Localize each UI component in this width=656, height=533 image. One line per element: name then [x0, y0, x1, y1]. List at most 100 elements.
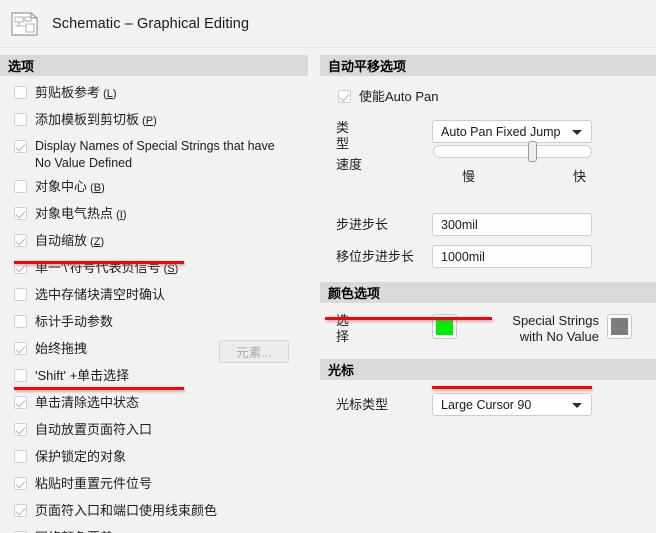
shift-step-size-label: 移位步进步长 [336, 249, 415, 264]
option-checkbox[interactable] [14, 477, 27, 490]
autopan-speed-slider-track[interactable] [433, 145, 592, 158]
option-checkbox[interactable] [14, 504, 27, 517]
option-label: 页面符入口和端口使用线束颜色 [35, 503, 218, 518]
cursor-type-row: 光标类型 Large Cursor 90 [320, 393, 656, 416]
selection-color-label-line1: 选 [336, 313, 350, 328]
option-label: 剪贴板参考 (L) [35, 85, 117, 100]
option-row[interactable]: 对象电气热点 (I) [0, 204, 308, 227]
option-row[interactable]: 网络颜色覆盖 [0, 528, 308, 533]
chevron-down-icon [572, 402, 582, 408]
option-label: Display Names of Special Strings that ha… [35, 139, 275, 170]
option-checkbox[interactable] [14, 342, 27, 355]
option-row[interactable]: 粘贴时重置元件位号 [0, 474, 308, 497]
option-label: 保护锁定的对象 [35, 449, 127, 464]
option-checkbox[interactable] [14, 207, 27, 220]
enable-autopan-row[interactable]: 使能Auto Pan [320, 87, 656, 110]
cursor-type-label: 光标类型 [336, 397, 389, 412]
option-label: 自动放置页面符入口 [35, 422, 153, 437]
options-panel: 选项 剪贴板参考 (L) 添加模板到剪切板 (P) Display Names of… [0, 55, 308, 533]
options-section-header: 选项 [0, 55, 308, 76]
step-size-label: 步进步长 [336, 217, 389, 232]
special-strings-label-line1: Special Strings [512, 313, 599, 328]
dialog-title: Schematic – Graphical Editing [52, 16, 250, 32]
annotation-underline-negative-signal [14, 261, 184, 264]
option-mnemonic: (S) [160, 263, 179, 275]
option-row[interactable]: 标计手动参数 [0, 312, 308, 335]
option-label: 'Shift' +单击选择 [35, 368, 130, 383]
enable-autopan-checkbox[interactable] [338, 90, 351, 103]
option-row[interactable]: 自动放置页面符入口 [0, 420, 308, 443]
schematic-document-icon [10, 10, 40, 38]
speed-min-label: 慢 [462, 169, 476, 184]
option-mnemonic: (B) [87, 182, 105, 194]
option-checkbox[interactable] [14, 396, 27, 409]
autopan-speed-label: 速度 [336, 157, 363, 172]
option-row[interactable]: 页面符入口和端口使用线束颜色 [0, 501, 308, 524]
special-strings-label-line2: with No Value [519, 329, 599, 344]
option-row[interactable]: 单击清除选中状态 [0, 393, 308, 416]
titlebar-divider [0, 47, 656, 48]
option-checkbox[interactable] [14, 113, 27, 126]
option-checkbox[interactable] [14, 180, 27, 193]
special-strings-color-chip [611, 318, 628, 335]
option-label: 粘贴时重置元件位号 [35, 476, 153, 491]
color-section-header: 颜色选项 [320, 282, 656, 303]
cursor-type-select[interactable]: Large Cursor 90 [432, 393, 592, 416]
cursor-section-header: 光标 [320, 359, 656, 380]
autopan-type-label-line1: 类 [336, 120, 350, 135]
shift-step-size-input[interactable]: 1000mil [432, 245, 592, 268]
enable-autopan-label: 使能Auto Pan [359, 89, 439, 104]
option-row[interactable]: Display Names of Special Strings that ha… [0, 137, 308, 172]
option-row[interactable]: 保护锁定的对象 [0, 447, 308, 470]
option-checkbox[interactable] [14, 234, 27, 247]
options-checkbox-list: 剪贴板参考 (L) 添加模板到剪切板 (P) Display Names of Sp… [0, 76, 308, 533]
option-row[interactable]: 剪贴板参考 (L) [0, 83, 308, 106]
preferences-dialog: Schematic – Graphical Editing 选项 剪贴板参考 (… [0, 0, 656, 533]
shift-step-size-row: 移位步进步长 1000mil [320, 245, 656, 268]
option-label: 对象电气热点 (I) [35, 206, 127, 221]
option-checkbox[interactable] [14, 423, 27, 436]
step-size-input[interactable]: 300mil [432, 213, 592, 236]
option-checkbox[interactable] [14, 86, 27, 99]
option-label: 网络颜色覆盖 [35, 528, 113, 533]
dialog-titlebar: Schematic – Graphical Editing [0, 0, 656, 48]
option-label: 单击清除选中状态 [35, 395, 140, 410]
option-mnemonic: (P) [139, 115, 157, 127]
option-row[interactable]: 'Shift' +单击选择 [0, 366, 308, 389]
autopan-type-value: Auto Pan Fixed Jump [441, 124, 561, 139]
option-checkbox[interactable] [14, 315, 27, 328]
option-row[interactable]: 对象中心 (B) [0, 177, 308, 200]
option-checkbox[interactable] [14, 288, 27, 301]
selection-color-label-line2: 择 [336, 329, 350, 344]
option-row[interactable]: 选中存储块清空时确认 [0, 285, 308, 308]
option-row[interactable]: 自动缩放 (Z) [0, 231, 308, 254]
option-checkbox[interactable] [14, 140, 27, 153]
autopan-type-select[interactable]: Auto Pan Fixed Jump [432, 120, 592, 143]
annotation-underline-click-clears [14, 387, 184, 390]
autopan-speed-slider-thumb[interactable] [528, 141, 537, 162]
right-panel: 自动平移选项 使能Auto Pan 类 型 Auto Pan Fixed Jum… [320, 55, 656, 416]
annotation-underline-selection-color [325, 317, 492, 320]
option-checkbox[interactable] [14, 369, 27, 382]
option-checkbox[interactable] [14, 450, 27, 463]
chevron-down-icon [572, 129, 582, 135]
speed-max-label: 快 [573, 169, 587, 184]
option-label: 始终拖拽 [35, 341, 88, 356]
option-label: 添加模板到剪切板 (P) [35, 112, 157, 127]
selection-color-chip [436, 318, 453, 335]
autopan-type-label-line2: 型 [336, 136, 350, 151]
cursor-type-value: Large Cursor 90 [441, 397, 532, 412]
option-mnemonic: (L) [100, 88, 117, 100]
step-size-row: 步进步长 300mil [320, 213, 656, 236]
option-label: 自动缩放 (Z) [35, 233, 105, 248]
option-mnemonic: (I) [113, 209, 127, 221]
autopan-speed-row: 速度 [320, 157, 656, 173]
option-mnemonic: (Z) [87, 236, 105, 248]
option-label: 选中存储块清空时确认 [35, 287, 166, 302]
annotation-underline-cursor-type [432, 386, 592, 389]
elements-button[interactable]: 元素... [219, 340, 289, 363]
option-row[interactable]: 添加模板到剪切板 (P) [0, 110, 308, 133]
special-strings-color-swatch[interactable] [607, 314, 632, 339]
option-label: 标计手动参数 [35, 314, 114, 329]
autopan-section-header: 自动平移选项 [320, 55, 656, 76]
